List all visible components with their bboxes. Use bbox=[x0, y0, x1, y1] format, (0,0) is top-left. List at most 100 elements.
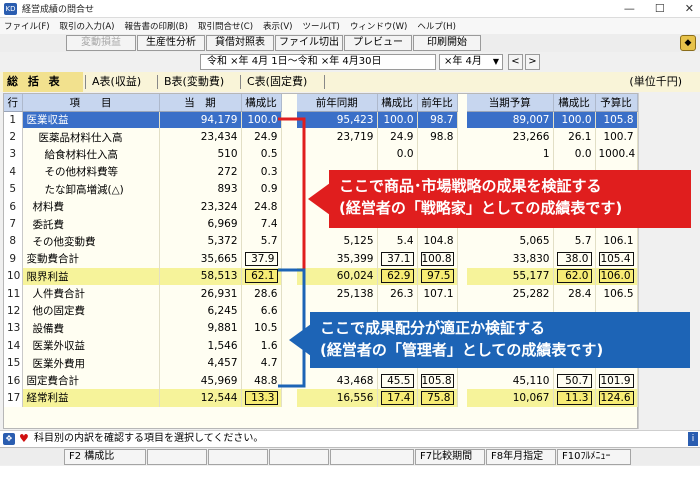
cell-bud: 45,110 bbox=[467, 371, 554, 390]
productivity-button[interactable]: 生産性分析 bbox=[137, 35, 205, 51]
menu-tools[interactable]: ツール(T) bbox=[302, 20, 339, 32]
file-export-button[interactable]: ファイル切出 bbox=[275, 35, 343, 51]
cell-yoy: 100.8 bbox=[417, 250, 458, 268]
status-bar: ✥ ♥ 科目別の内訳を確認する項目を選択してください。 i bbox=[0, 430, 700, 447]
cell-cr: 13.3 bbox=[241, 389, 282, 407]
unit-label: (単位千円) bbox=[629, 75, 682, 88]
minimize-button[interactable]: — bbox=[624, 2, 635, 15]
f8-year-month-button[interactable]: F8年月指定 bbox=[486, 449, 556, 465]
cell-cur: 12,544 bbox=[159, 389, 242, 407]
cell-item: たな卸高増減(△) bbox=[22, 180, 160, 198]
boxed-value: 62.9 bbox=[380, 269, 414, 284]
f5-empty-key[interactable] bbox=[269, 449, 329, 465]
cell-cur: 58,513 bbox=[159, 267, 242, 285]
cell-br: 1000.4 bbox=[595, 145, 638, 164]
cell-cr: 24.9 bbox=[241, 128, 282, 146]
cell-cur: 6,245 bbox=[159, 302, 242, 320]
cell-pcr: 5.4 bbox=[377, 232, 418, 251]
cell-pcr: 100.0 bbox=[377, 111, 418, 129]
cell-item: 医業収益 bbox=[22, 111, 160, 129]
close-button[interactable]: ✕ bbox=[685, 2, 694, 15]
table-row[interactable]: 8 その他変動費 5,372 5.7 5,125 5.4 104.8 5,065 5.7 106.… bbox=[4, 232, 638, 251]
print-button[interactable]: 印刷開始 bbox=[413, 35, 481, 51]
variable-pl-button[interactable]: 変動損益 bbox=[66, 35, 136, 51]
cell-bcr: 50.7 bbox=[553, 371, 596, 390]
tab-revenue[interactable]: A表(収益) bbox=[88, 72, 145, 92]
table-row[interactable]: 16 固定費合計 45,969 48.8 43,468 45.5 105.8 45,110 50… bbox=[4, 371, 638, 390]
boxed-value: 38.0 bbox=[556, 251, 592, 266]
column-header: 前年比 bbox=[417, 94, 458, 112]
cell-cr: 7.4 bbox=[241, 215, 282, 233]
table-row[interactable]: 2 医薬品材料仕入高 23,434 24.9 23,719 24.9 98.8 23,266 2… bbox=[4, 128, 638, 146]
info-icon[interactable]: i bbox=[688, 432, 698, 446]
boxed-value: 11.3 bbox=[556, 390, 592, 405]
maximize-button[interactable]: ☐ bbox=[655, 2, 665, 15]
vertical-scrollbar[interactable] bbox=[638, 93, 651, 429]
menu-view[interactable]: 表示(V) bbox=[263, 20, 292, 32]
tab-summary[interactable]: 総 括 表 bbox=[3, 72, 83, 92]
cell-pcr: 45.5 bbox=[377, 371, 418, 390]
f10-full-menu-button[interactable]: F10ﾌﾙﾒﾆｭｰ bbox=[557, 449, 631, 465]
menu-help[interactable]: ヘルプ(H) bbox=[417, 20, 456, 32]
cell-br: 106.5 bbox=[595, 284, 638, 303]
app-icon: KD bbox=[4, 2, 17, 15]
cell-bud: 55,177 bbox=[467, 267, 554, 285]
balance-sheet-button[interactable]: 貸借対照表 bbox=[206, 35, 274, 51]
bottom-margin bbox=[0, 466, 700, 483]
period-range[interactable]: 令和 ×年 4月 1日〜令和 ×年 4月30日 bbox=[200, 54, 436, 70]
table-row[interactable]: 10 限界利益 58,513 62.1 60,024 62.9 97.5 55,177 62.0… bbox=[4, 267, 638, 285]
preview-button[interactable]: プレビュー bbox=[344, 35, 412, 51]
tab-variable-cost[interactable]: B表(変動費) bbox=[160, 72, 228, 92]
f2-ratio-button[interactable]: F2 構成比 bbox=[64, 449, 146, 465]
table-row[interactable]: 1 医業収益 94,179 100.0 95,423 100.0 98.7 89,007 100… bbox=[4, 111, 638, 129]
boxed-value: 45.5 bbox=[380, 373, 414, 388]
cell-yoy: 107.1 bbox=[417, 284, 458, 303]
f7-compare-period-button[interactable]: F7比較期間 bbox=[415, 449, 485, 465]
menu-entry[interactable]: 取引の入力(A) bbox=[60, 20, 115, 32]
f3-empty-key[interactable] bbox=[147, 449, 207, 465]
management-callout-line1: ここで成果配分が適正か検証する bbox=[320, 319, 546, 337]
tab-divider bbox=[85, 75, 86, 89]
column-header: 構成比 bbox=[241, 94, 282, 112]
menu-report[interactable]: 報告書の印刷(B) bbox=[124, 20, 187, 32]
cell-pcr: 37.1 bbox=[377, 250, 418, 268]
row-number: 15 bbox=[4, 354, 23, 372]
prev-period-button[interactable]: < bbox=[508, 54, 523, 70]
cell-cur: 26,931 bbox=[159, 284, 242, 303]
f6-empty-key[interactable] bbox=[330, 449, 414, 465]
window-title: 経営成績の問合せ bbox=[22, 5, 95, 15]
row-number: 1 bbox=[4, 111, 23, 129]
table-row[interactable]: 3 給食材料仕入高 510 0.5 0.0 1 0.0 1000.4 bbox=[4, 145, 638, 164]
cell-cr: 0.3 bbox=[241, 163, 282, 181]
boxed-value: 101.9 bbox=[598, 373, 634, 388]
cell-bcr: 26.1 bbox=[553, 128, 596, 146]
row-number: 5 bbox=[4, 180, 23, 198]
cell-item: その他変動費 bbox=[22, 232, 160, 251]
tab-fixed-cost[interactable]: C表(固定費) bbox=[243, 72, 311, 92]
cell-yoy: 97.5 bbox=[417, 267, 458, 285]
boxed-value: 100.8 bbox=[420, 251, 454, 266]
boxed-value: 124.6 bbox=[598, 390, 634, 405]
cell-cur: 272 bbox=[159, 163, 242, 181]
table-row[interactable]: 9 変動費合計 35,665 37.9 35,399 37.1 100.8 33,830 38.… bbox=[4, 250, 638, 268]
row-number: 11 bbox=[4, 284, 23, 303]
function-key-bar: F2 構成比 F7比較期間 F8年月指定 F10ﾌﾙﾒﾆｭｰ bbox=[0, 447, 700, 465]
year-month-select[interactable]: ×年 4月 ▼ bbox=[439, 54, 503, 70]
navigation-icon: ✥ bbox=[3, 433, 15, 445]
menu-file[interactable]: ファイル(F) bbox=[4, 20, 50, 32]
cell-yoy: 105.8 bbox=[417, 371, 458, 390]
row-number: 10 bbox=[4, 267, 23, 285]
summary-table: 行 項 目 当 期 構成比 前年同期 構成比 前年比 当期予算 構成比 予算比 … bbox=[3, 93, 638, 429]
table-row[interactable]: 17 経常利益 12,544 13.3 16,556 17.4 75.8 10,067 11.3… bbox=[4, 389, 638, 407]
menu-query[interactable]: 取引問合せ(C) bbox=[198, 20, 253, 32]
menu-bar: ファイル(F) 取引の入力(A) 報告書の印刷(B) 取引問合せ(C) 表示(V… bbox=[0, 18, 700, 34]
table-row[interactable]: 11 人件費合計 26,931 28.6 25,138 26.3 107.1 25,282 28… bbox=[4, 284, 638, 303]
menu-window[interactable]: ウィンドウ(W) bbox=[350, 20, 408, 32]
cell-pcr: 26.3 bbox=[377, 284, 418, 303]
next-period-button[interactable]: > bbox=[525, 54, 540, 70]
f4-empty-key[interactable] bbox=[208, 449, 268, 465]
cell-cr: 100.0 bbox=[241, 111, 282, 129]
cell-cr: 0.5 bbox=[241, 145, 282, 164]
cell-item: 材料費 bbox=[22, 197, 160, 216]
row-number: 14 bbox=[4, 337, 23, 355]
